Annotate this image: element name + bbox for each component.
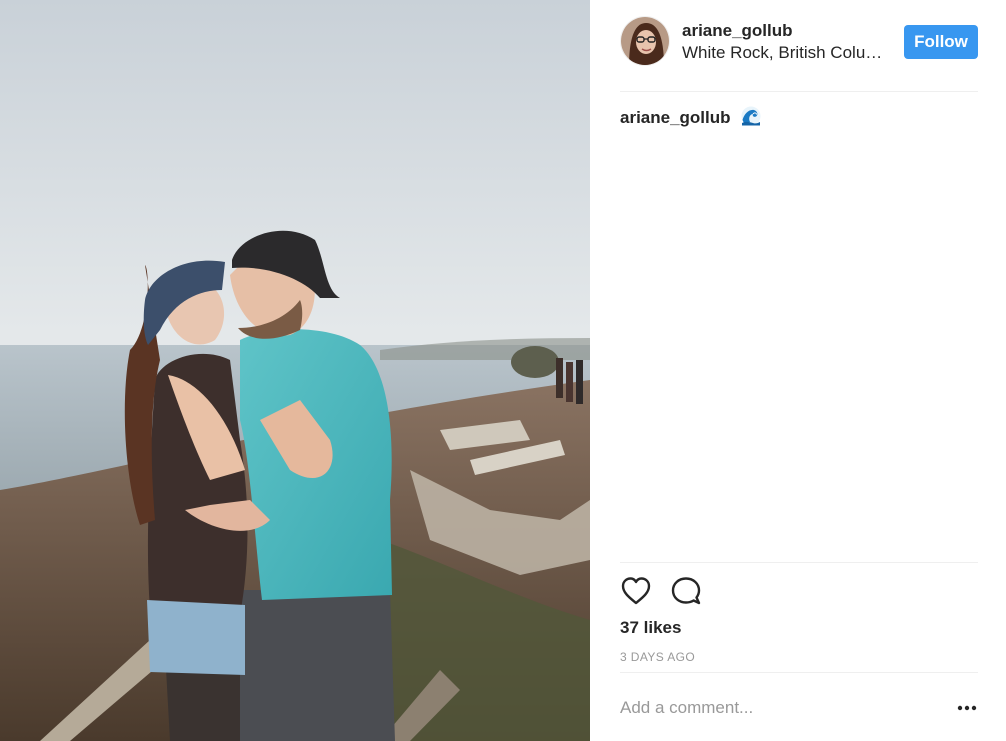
avatar[interactable]	[620, 16, 670, 66]
comment-divider	[620, 672, 978, 673]
likes-count[interactable]: 37 likes	[620, 617, 681, 639]
author-location[interactable]: White Rock, British Columbia	[682, 42, 892, 64]
caption-username[interactable]: ariane_gollub	[620, 108, 731, 127]
more-options-icon[interactable]	[956, 698, 978, 718]
post-caption: ariane_gollub	[620, 106, 761, 132]
comment-icon[interactable]	[670, 575, 702, 607]
follow-button[interactable]: Follow	[904, 25, 978, 59]
header-divider	[620, 91, 978, 92]
comment-input[interactable]	[620, 694, 940, 722]
wave-emoji-icon	[741, 106, 761, 132]
post-details-panel: ariane_gollub White Rock, British Columb…	[590, 0, 1006, 741]
post-actions	[620, 575, 740, 609]
actions-divider	[620, 562, 978, 563]
post-header: ariane_gollub White Rock, British Columb…	[620, 16, 978, 72]
post-photo[interactable]	[0, 0, 590, 741]
post-timestamp[interactable]: 3 DAYS AGO	[620, 649, 695, 665]
author-username[interactable]: ariane_gollub	[682, 20, 892, 42]
heart-icon[interactable]	[620, 575, 652, 607]
user-info: ariane_gollub White Rock, British Columb…	[682, 20, 892, 64]
